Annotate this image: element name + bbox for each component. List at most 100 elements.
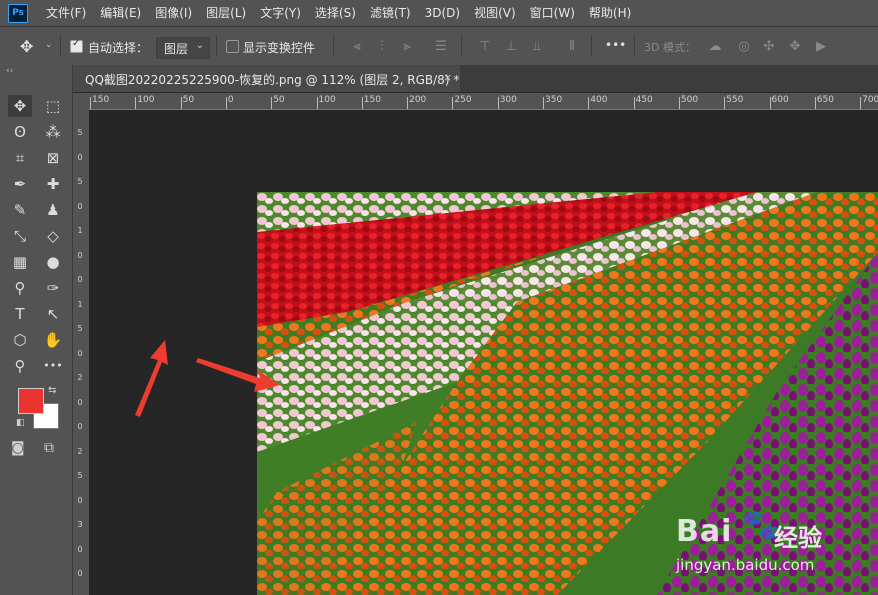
eraser-tool-icon[interactable]: ◇: [41, 225, 65, 247]
collapse-panel-icon[interactable]: ‹‹: [6, 66, 13, 76]
ruler-tick: [407, 97, 409, 109]
eyedropper-tool-icon[interactable]: ✒: [8, 173, 32, 195]
ruler-tick: [678, 97, 680, 109]
align-hcenter-icon[interactable]: ⫶: [375, 40, 389, 54]
tool-preset-chevron-icon[interactable]: ⌄: [45, 40, 53, 50]
crop-tool-icon[interactable]: ⌗: [8, 147, 32, 169]
ruler-tick-label: 200: [409, 95, 427, 105]
ruler-tick: [860, 97, 862, 109]
ruler-tick-label: 0: [77, 250, 83, 260]
ruler-tick: [543, 97, 544, 109]
brush-tool-icon[interactable]: ✎: [8, 199, 32, 221]
zoom-tool-icon[interactable]: ⚲: [8, 355, 32, 377]
menu-item[interactable]: 图层(L): [206, 0, 246, 26]
divider: [461, 35, 462, 57]
ruler-tick-label: 400: [590, 95, 608, 105]
more-options-button[interactable]: •••: [605, 38, 626, 52]
blur-tool-icon[interactable]: ●: [41, 251, 65, 273]
menu-item[interactable]: 视图(V): [474, 0, 516, 26]
gradient-tool-icon[interactable]: ▦: [8, 251, 32, 273]
align-left-icon[interactable]: ⫷: [350, 40, 364, 54]
3d-mode-label: 3D 模式：: [644, 41, 696, 54]
chevron-down-icon: ⌄: [195, 40, 204, 51]
ruler-origin[interactable]: [73, 93, 89, 109]
ruler-tick-label: 0: [77, 544, 83, 554]
ruler-tick: [769, 97, 771, 109]
ruler-tick-label: 1: [77, 226, 83, 235]
menu-item[interactable]: 窗口(W): [530, 0, 575, 26]
menu-item[interactable]: 3D(D): [425, 0, 460, 26]
move-tool-icon[interactable]: ✥: [8, 95, 32, 117]
distribute-horizontal-icon[interactable]: ☰: [434, 40, 448, 54]
menu-item[interactable]: 文字(Y): [260, 0, 301, 26]
foreground-color-swatch[interactable]: [18, 388, 44, 414]
horizontal-ruler[interactable]: 150 100 50 0 50 100 150 200 250 300 350 400 450 500 55…: [89, 93, 878, 110]
baidu-watermark-brand: Bai: [676, 514, 733, 549]
menu-item[interactable]: 图像(I): [155, 0, 192, 26]
document-tab-title[interactable]: QQ截图20220225225900-恢复的.png @ 112% (图层 2,…: [85, 71, 459, 88]
3d-orbit-icon[interactable]: ☁: [706, 40, 724, 54]
marquee-tool-icon[interactable]: ⬚: [41, 95, 65, 117]
menu-item[interactable]: 滤镜(T): [370, 0, 411, 26]
3d-slide-icon[interactable]: ✥: [786, 40, 804, 54]
3d-roll-icon[interactable]: ◎: [735, 40, 753, 54]
stamp-tool-icon[interactable]: ♟: [41, 199, 65, 221]
ruler-tick-label: 550: [726, 95, 744, 105]
swap-colors-icon[interactable]: ⇆: [48, 385, 56, 396]
shape-tool-icon[interactable]: ⬡: [8, 329, 32, 351]
3d-camera-icon[interactable]: ▶: [812, 40, 830, 54]
ruler-tick: [814, 97, 816, 109]
3d-pan-icon[interactable]: ✣: [760, 40, 778, 54]
screen-mode-icon[interactable]: ⧉: [44, 440, 54, 456]
ruler-tick-label: 0: [77, 422, 83, 431]
magic-wand-tool-icon[interactable]: ⁂: [41, 121, 65, 143]
divider: [591, 35, 592, 57]
type-tool-icon[interactable]: T: [8, 303, 32, 325]
pen-tool-icon[interactable]: ✑: [41, 277, 65, 299]
ruler-tick: [497, 97, 499, 109]
show-transform-label: 显示变换控件: [243, 41, 316, 55]
quick-mask-icon[interactable]: ◙: [11, 440, 25, 456]
path-select-tool-icon[interactable]: ↖: [41, 303, 65, 325]
frame-tool-icon[interactable]: ⊠: [41, 147, 65, 169]
ruler-tick-label: 100: [137, 95, 155, 105]
align-bottom-icon[interactable]: ⫫: [530, 40, 544, 54]
dodge-tool-icon[interactable]: ⚲: [8, 277, 32, 299]
ruler-tick-label: 450: [635, 95, 653, 105]
menu-item[interactable]: 帮助(H): [589, 0, 631, 26]
menu-item[interactable]: 编辑(E): [100, 0, 141, 26]
move-tool-icon[interactable]: ✥: [20, 37, 33, 56]
ruler-tick-label: 50: [273, 95, 285, 105]
divider: [333, 35, 334, 57]
distribute-vertical-icon[interactable]: ⦀: [565, 40, 579, 54]
more-tool-icon[interactable]: •••: [41, 355, 65, 377]
ruler-tick-label: 500: [680, 95, 699, 105]
menu-item[interactable]: 文件(F): [46, 0, 86, 26]
ruler-tick-label: 50: [182, 95, 195, 105]
photoshop-logo: Ps: [8, 4, 28, 23]
vertical-ruler[interactable]: 5 0 5 0 1 0 0 1 5 0 2 0 0 2 5 0 3 0 0: [73, 109, 90, 595]
ruler-tick-label: 150: [92, 95, 110, 105]
lasso-tool-icon[interactable]: ʘ: [8, 121, 32, 143]
align-vcenter-icon[interactable]: ⊥: [504, 40, 518, 54]
auto-select-target-select[interactable]: 图层 ⌄: [156, 37, 210, 59]
align-right-icon[interactable]: ⫸: [400, 40, 414, 54]
auto-select-checkbox[interactable]: [70, 38, 83, 53]
annotation-arrow-up: [135, 340, 168, 417]
ruler-tick: [724, 97, 726, 109]
history-brush-tool-icon[interactable]: ⤡: [8, 225, 32, 247]
menu-item[interactable]: 选择(S): [315, 0, 356, 26]
healing-tool-icon[interactable]: ✚: [41, 173, 65, 195]
align-top-icon[interactable]: ⊤: [478, 40, 492, 54]
ruler-tick-label: 5: [77, 177, 83, 186]
ruler-tick: [452, 97, 454, 109]
ruler-tick-label: 0: [77, 201, 83, 211]
show-transform-checkbox[interactable]: [226, 40, 239, 53]
ruler-tick-label: 150: [363, 95, 381, 105]
hand-tool-icon[interactable]: ✋: [41, 329, 65, 351]
default-colors-icon[interactable]: ◧: [16, 418, 25, 428]
ruler-tick-label: 350: [545, 95, 563, 105]
ruler-tick-label: 0: [77, 275, 83, 284]
ruler-tick-label: 5: [77, 324, 83, 333]
close-tab-icon[interactable]: ×: [443, 71, 452, 84]
